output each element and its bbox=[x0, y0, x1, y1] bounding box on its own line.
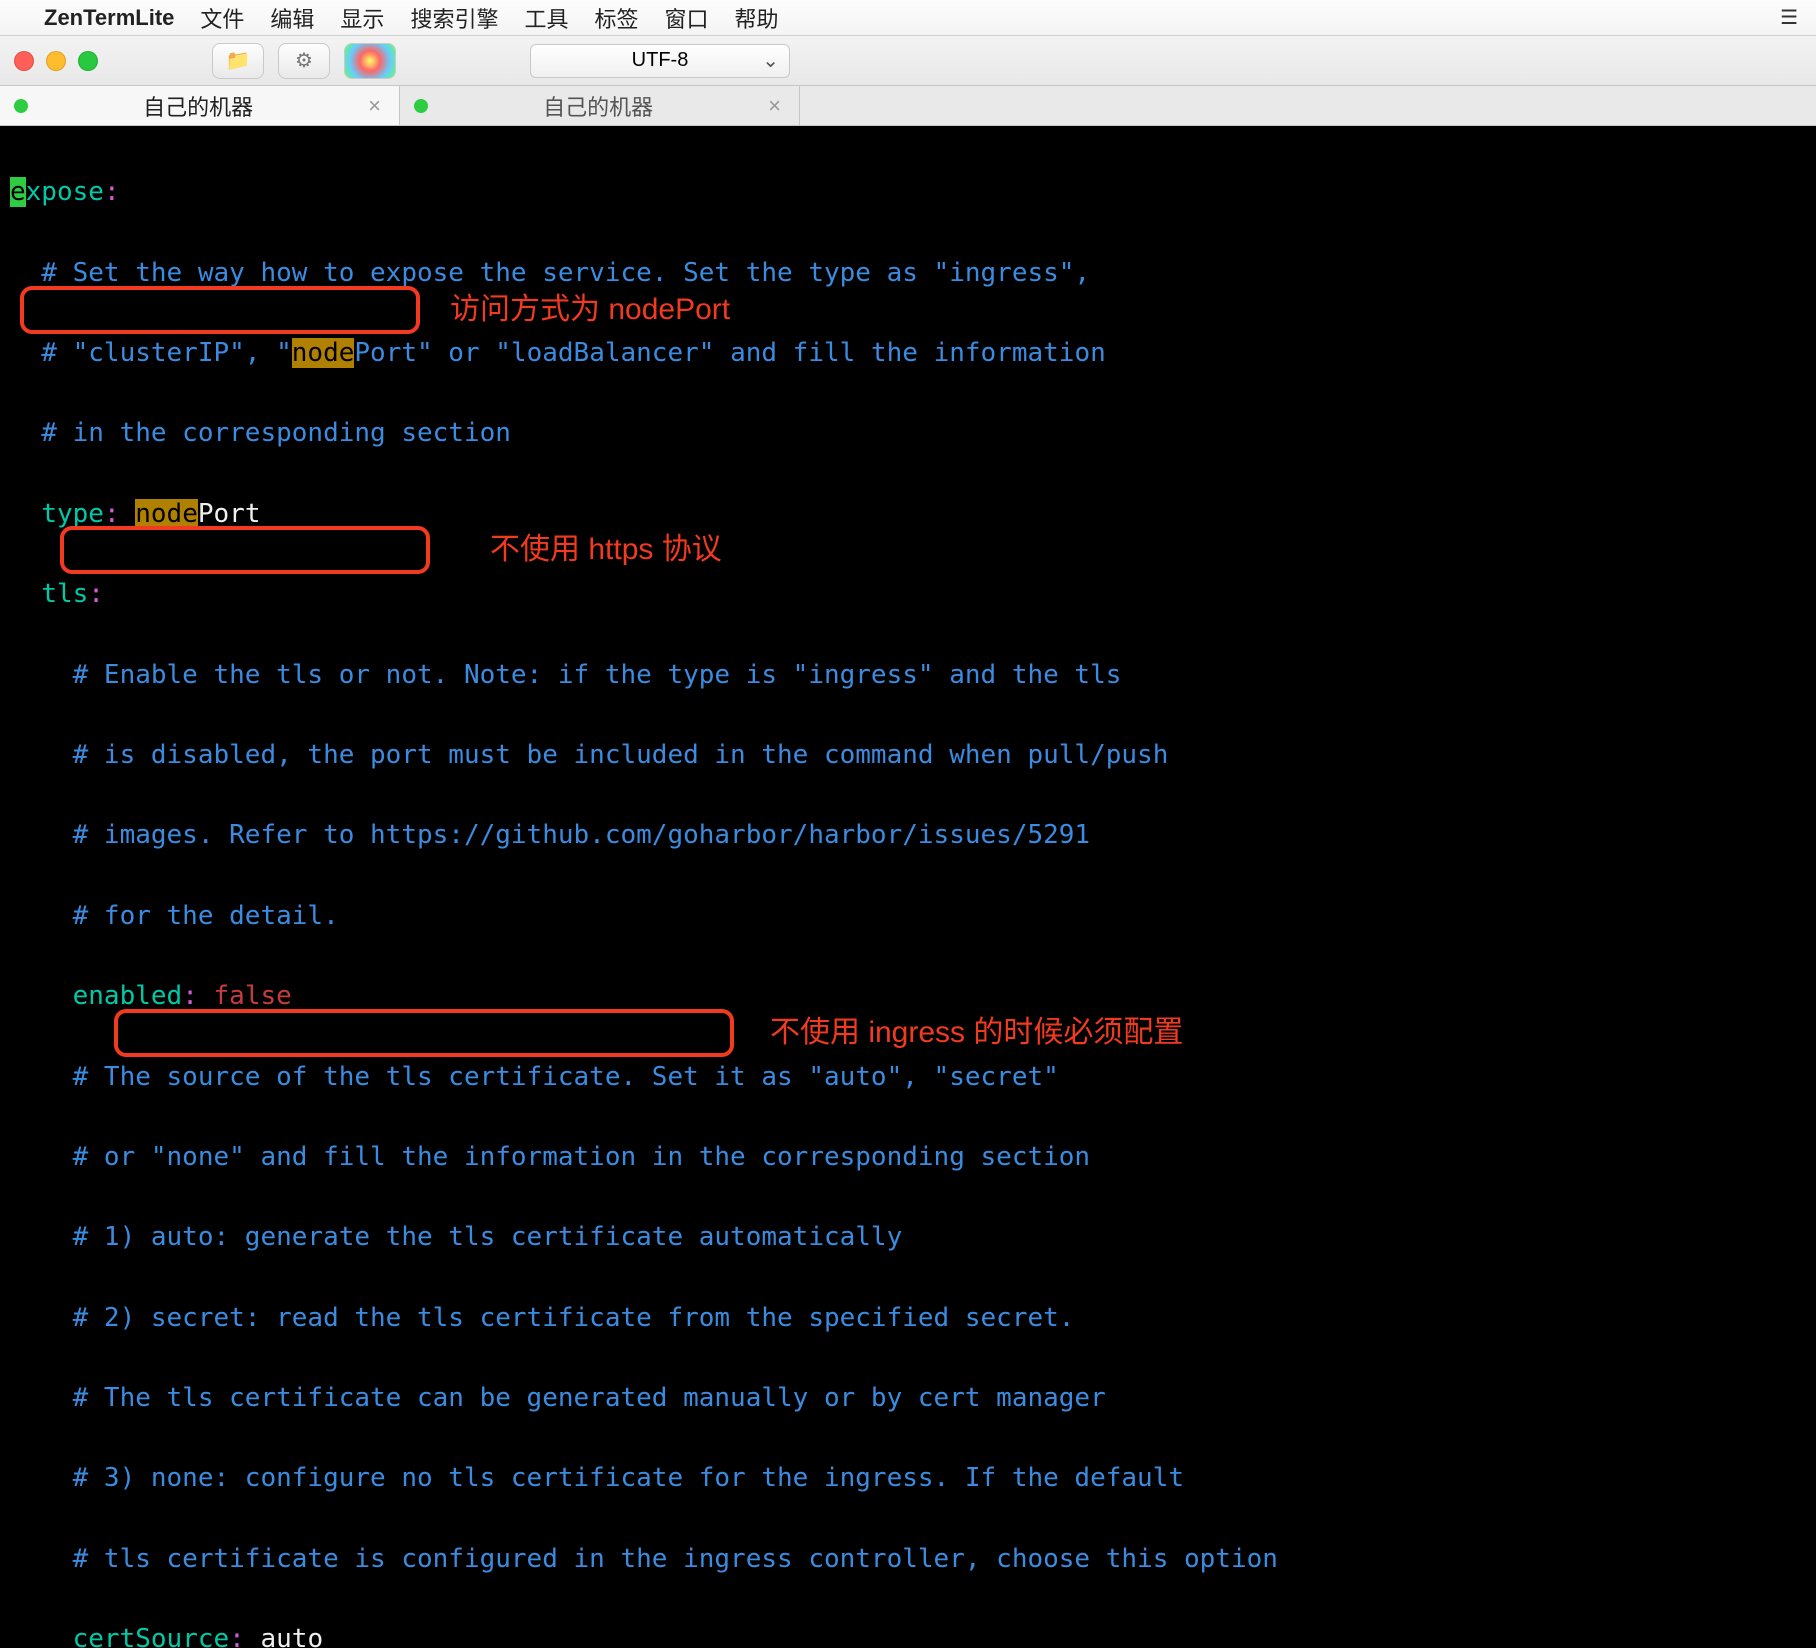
chevron-down-icon: ⌄ bbox=[762, 48, 779, 73]
menu-view[interactable]: 显示 bbox=[340, 2, 384, 34]
status-dot-icon bbox=[14, 99, 28, 113]
hamburger-icon[interactable]: ☰ bbox=[1780, 5, 1798, 30]
terminal-output[interactable]: expose: # Set the way how to expose the … bbox=[0, 126, 1816, 1648]
code-line: # for the detail. bbox=[10, 896, 1806, 936]
traffic-lights bbox=[14, 51, 98, 71]
status-dot-icon bbox=[414, 99, 428, 113]
encoding-value: UTF-8 bbox=[632, 49, 689, 72]
code-line: # Set the way how to expose the service.… bbox=[10, 253, 1806, 293]
menu-window[interactable]: 窗口 bbox=[664, 2, 708, 34]
menu-file[interactable]: 文件 bbox=[200, 2, 244, 34]
color-picker-button[interactable] bbox=[344, 43, 396, 79]
encoding-select[interactable]: UTF-8 ⌄ bbox=[530, 44, 790, 78]
tab-2[interactable]: 自己的机器 × bbox=[400, 86, 800, 125]
app-name[interactable]: ZenTermLite bbox=[44, 5, 174, 31]
code-line: # is disabled, the port must be included… bbox=[10, 735, 1806, 775]
code-line: # The source of the tls certificate. Set… bbox=[10, 1057, 1806, 1097]
menubar-right-icons: ☰ bbox=[1780, 5, 1798, 30]
code-line: # The tls certificate can be generated m… bbox=[10, 1378, 1806, 1418]
annotation-text-2: 不使用 https 协议 bbox=[490, 530, 722, 570]
annotation-box-3 bbox=[114, 1009, 734, 1057]
code-line: # 3) none: configure no tls certificate … bbox=[10, 1458, 1806, 1498]
folder-button[interactable]: 📁 bbox=[212, 43, 264, 79]
close-tab-icon[interactable]: × bbox=[768, 93, 781, 119]
code-line: # "clusterIP", "nodePort" or "loadBalanc… bbox=[10, 333, 1806, 373]
code-line: # 1) auto: generate the tls certificate … bbox=[10, 1217, 1806, 1257]
code-line: certSource: auto bbox=[10, 1619, 1806, 1648]
menu-help[interactable]: 帮助 bbox=[735, 2, 779, 34]
code-line: # in the corresponding section bbox=[10, 413, 1806, 453]
code-line: # images. Refer to https://github.com/go… bbox=[10, 815, 1806, 855]
menu-search[interactable]: 搜索引擎 bbox=[410, 2, 498, 34]
code-line: # tls certificate is configured in the i… bbox=[10, 1539, 1806, 1579]
menu-tabs[interactable]: 标签 bbox=[594, 2, 638, 34]
code-line: expose: bbox=[10, 172, 1806, 212]
tab-title: 自己的机器 bbox=[42, 90, 354, 122]
code-line: tls: bbox=[10, 574, 1806, 614]
window-toolbar: 📁 ⚙ UTF-8 ⌄ bbox=[0, 36, 1816, 86]
code-line: # or "none" and fill the information in … bbox=[10, 1137, 1806, 1177]
annotation-text-1: 访问方式为 nodePort bbox=[450, 290, 730, 330]
annotation-text-3: 不使用 ingress 的时候必须配置 bbox=[770, 1013, 1183, 1053]
settings-button[interactable]: ⚙ bbox=[278, 43, 330, 79]
code-line: # 2) secret: read the tls certificate fr… bbox=[10, 1298, 1806, 1338]
code-line: # Enable the tls or not. Note: if the ty… bbox=[10, 655, 1806, 695]
close-window-button[interactable] bbox=[14, 51, 34, 71]
menu-tools[interactable]: 工具 bbox=[524, 2, 568, 34]
folder-icon: 📁 bbox=[226, 48, 251, 73]
mac-menubar: ZenTermLite 文件 编辑 显示 搜索引擎 工具 标签 窗口 帮助 ☰ bbox=[0, 0, 1816, 36]
tabs-bar: 自己的机器 × 自己的机器 × bbox=[0, 86, 1816, 126]
gear-icon: ⚙ bbox=[295, 48, 313, 73]
code-line: type: nodePort bbox=[10, 494, 1806, 534]
code-line: enabled: false bbox=[10, 976, 1806, 1016]
tab-title: 自己的机器 bbox=[442, 90, 754, 122]
menu-edit[interactable]: 编辑 bbox=[270, 2, 314, 34]
close-tab-icon[interactable]: × bbox=[368, 93, 381, 119]
zoom-window-button[interactable] bbox=[78, 51, 98, 71]
tab-1[interactable]: 自己的机器 × bbox=[0, 86, 400, 125]
annotation-box-1 bbox=[20, 286, 420, 334]
minimize-window-button[interactable] bbox=[46, 51, 66, 71]
